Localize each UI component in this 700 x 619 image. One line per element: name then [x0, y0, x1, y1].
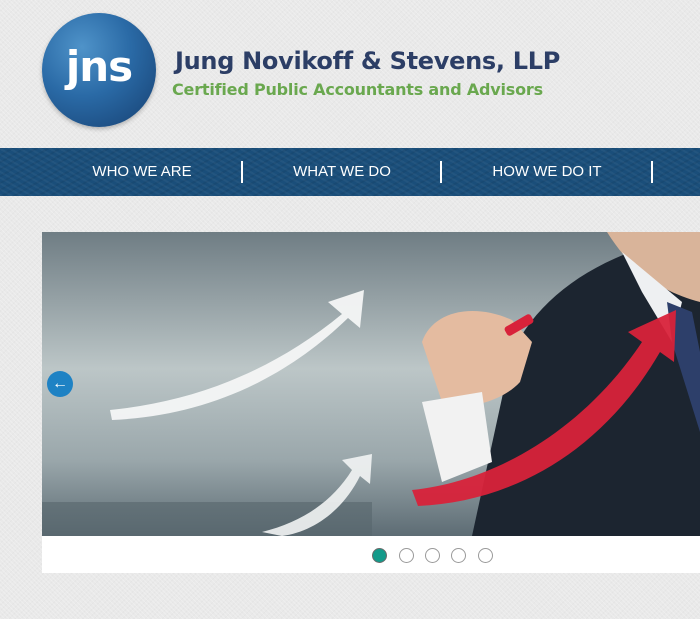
- nav-item-who-we-are[interactable]: WHO WE ARE: [82, 148, 202, 196]
- nav-item-how-we-do-it[interactable]: HOW WE DO IT: [482, 148, 612, 196]
- slider-prev-button[interactable]: ←: [47, 371, 73, 397]
- slider-dot-5[interactable]: [478, 548, 493, 563]
- arrow-left-icon: ←: [52, 375, 68, 392]
- nav-separator: [651, 161, 653, 183]
- nav-separator: [440, 161, 442, 183]
- slider-dot-1[interactable]: [372, 548, 387, 563]
- logo[interactable]: jns: [42, 13, 156, 127]
- slider-dot-2[interactable]: [399, 548, 414, 563]
- logo-text: jns: [65, 42, 133, 91]
- nav-separator: [241, 161, 243, 183]
- image-slider: ←: [42, 232, 700, 573]
- growth-arrows-illustration: [42, 232, 700, 536]
- main-navigation: WHO WE ARE WHAT WE DO HOW WE DO IT: [0, 148, 700, 196]
- tagline: Certified Public Accountants and Advisor…: [172, 80, 543, 99]
- nav-item-what-we-do[interactable]: WHAT WE DO: [282, 148, 402, 196]
- site-header: jns Jung Novikoff & Stevens, LLP Certifi…: [0, 0, 700, 148]
- slider-dot-3[interactable]: [425, 548, 440, 563]
- company-name: Jung Novikoff & Stevens, LLP: [175, 47, 560, 75]
- slider-dot-4[interactable]: [451, 548, 466, 563]
- slide-image: ←: [42, 232, 700, 536]
